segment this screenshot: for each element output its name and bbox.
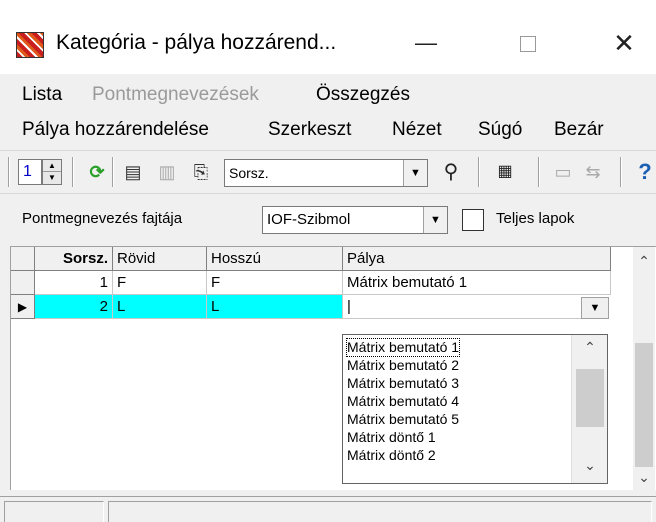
grid-icon[interactable]: ▦ [492, 159, 518, 185]
refresh-icon[interactable]: ⟳ [84, 159, 110, 185]
close-button[interactable]: ✕ [604, 28, 644, 60]
scroll-thumb[interactable] [576, 369, 604, 427]
toolbar-separator [72, 157, 74, 187]
scroll-down-icon[interactable]: ⌄ [572, 457, 608, 479]
window-title: Kategória - pálya hozzárend... [56, 31, 337, 54]
palya-edit-input[interactable]: | [343, 295, 583, 319]
dropdown-scrollbar[interactable]: ⌃ ⌄ [571, 335, 607, 483]
type-combo-value: IOF-Szibmol [267, 211, 351, 228]
menu-pontmegnevezesek[interactable]: Pontmegnevezések [92, 84, 259, 106]
table-cell[interactable]: F [113, 271, 207, 295]
menu-bar-secondary: Pálya hozzárendelése Szerkeszt Nézet Súg… [0, 117, 656, 147]
dropdown-item[interactable]: Mátrix bemutató 1 [345, 338, 461, 357]
find-icon[interactable]: ⚲ [438, 159, 464, 185]
spin-buttons[interactable]: ▲ ▼ [42, 159, 62, 185]
menu-bar-primary: Lista Pontmegnevezések Összegzés [0, 82, 656, 112]
filter-label: Pontmegnevezés fajtája [22, 210, 183, 227]
table-cell[interactable]: 1 [35, 271, 113, 295]
chevron-down-icon[interactable]: ▼ [403, 160, 427, 186]
menu-lista[interactable]: Lista [22, 84, 62, 106]
status-panel [4, 501, 104, 522]
window-disabled-icon: ▭ [554, 162, 572, 182]
help-icon[interactable]: ? [632, 159, 656, 185]
menu-szerkeszt[interactable]: Szerkeszt [268, 119, 351, 141]
column-header-palya[interactable]: Pálya [343, 247, 611, 271]
title-bar: Kategória - pálya hozzárend... — ✕ [0, 0, 656, 74]
minimize-button[interactable]: — [406, 28, 446, 60]
scroll-down-icon[interactable]: ⌄ [633, 469, 655, 489]
menu-palya-hozzarendelese[interactable]: Pálya hozzárendelése [22, 119, 209, 141]
dropdown-item[interactable]: Mátrix bemutató 5 [347, 411, 459, 428]
menu-nezet[interactable]: Nézet [392, 119, 442, 141]
column-header-hosszu[interactable]: Hosszú [207, 247, 343, 271]
status-bar [0, 496, 656, 522]
toolbar-separator [478, 157, 480, 187]
dropdown-item[interactable]: Mátrix bemutató 4 [347, 393, 459, 410]
dropdown-item[interactable]: Mátrix döntő 1 [347, 429, 436, 446]
spin-input[interactable]: 1 [18, 159, 42, 185]
menu-bezar[interactable]: Bezár [554, 119, 604, 141]
app-icon [16, 32, 44, 58]
scroll-thumb[interactable] [635, 343, 653, 467]
maximize-icon [520, 36, 536, 52]
type-combo[interactable]: IOF-Szibmol ▼ [262, 206, 448, 234]
dropdown-item[interactable]: Mátrix döntő 2 [347, 447, 436, 464]
column-header-rovid[interactable]: Rövid [113, 247, 207, 271]
full-pages-label: Teljes lapok [496, 210, 575, 227]
dropdown-item[interactable]: Mátrix bemutató 2 [347, 357, 459, 374]
toolbar-separator [620, 157, 622, 187]
document-disabled-icon: ▥ [158, 162, 176, 182]
sort-combo-value: Sorsz. [229, 165, 269, 181]
table-cell[interactable]: L [207, 295, 343, 319]
table-cell[interactable]: L [113, 295, 207, 319]
document-icon[interactable]: ▤ [120, 159, 146, 185]
table-cell[interactable]: 2 [35, 295, 113, 319]
row-indicator-header [11, 247, 35, 271]
toolbar-separator [538, 157, 540, 187]
scroll-up-icon[interactable]: ⌃ [633, 253, 655, 273]
toolbar-separator [112, 157, 114, 187]
spin-up-icon[interactable]: ▲ [43, 160, 61, 172]
row-indicator[interactable] [11, 271, 35, 295]
maximize-button[interactable] [508, 28, 548, 60]
status-panel [108, 501, 652, 522]
scroll-up-icon[interactable]: ⌃ [572, 339, 608, 361]
document-export-icon[interactable]: ⎘ [188, 159, 214, 185]
dropdown-item[interactable]: Mátrix bemutató 3 [347, 375, 459, 392]
link-disabled-icon: ⇆ [585, 162, 601, 182]
table-cell[interactable]: F [207, 271, 343, 295]
table-cell[interactable]: Mátrix bemutató 1 [343, 271, 611, 295]
menu-sugo[interactable]: Súgó [478, 119, 522, 141]
palya-dropdown-list[interactable]: Mátrix bemutató 1 Mátrix bemutató 2 Mátr… [342, 334, 608, 484]
grid-scrollbar[interactable]: ⌃ ⌄ [633, 247, 655, 491]
menu-osszegzes[interactable]: Összegzés [316, 84, 410, 106]
column-header-sorsz[interactable]: Sorsz. [35, 247, 113, 271]
current-row-arrow-icon[interactable]: ▶ [11, 295, 35, 319]
chevron-down-icon[interactable]: ▼ [423, 207, 447, 233]
filter-bar: Pontmegnevezés fajtája IOF-Szibmol ▼ Tel… [0, 200, 656, 240]
sort-combo[interactable]: Sorsz. ▼ [224, 159, 428, 187]
toolbar: 1 ▲ ▼ ⟳ ▤ ▥ ⎘ Sorsz. ▼ ⚲ ▦ ▭ ⇆ ? [0, 150, 656, 194]
spin-down-icon[interactable]: ▼ [43, 172, 61, 184]
chevron-down-icon[interactable]: ▼ [581, 297, 609, 319]
toolbar-separator [8, 157, 10, 187]
full-pages-checkbox[interactable] [462, 209, 484, 231]
